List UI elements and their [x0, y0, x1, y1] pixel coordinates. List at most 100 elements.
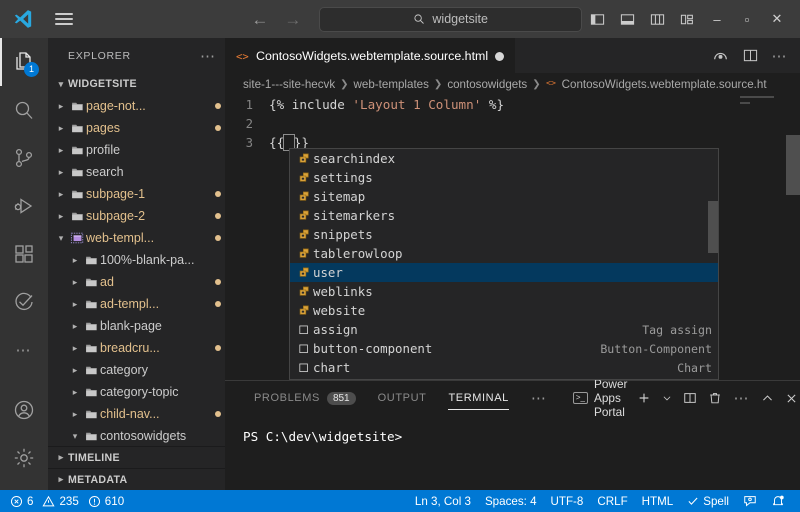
- suggestion-item[interactable]: tablerowloop: [290, 244, 718, 263]
- suggestion-item[interactable]: sitemap: [290, 187, 718, 206]
- tree-item[interactable]: ▸ ad: [48, 271, 225, 293]
- scrollbar-thumb[interactable]: [786, 135, 800, 195]
- command-center-search[interactable]: widgetsite: [319, 6, 582, 32]
- more-actions-icon[interactable]: ⋯: [766, 38, 794, 73]
- tree-item[interactable]: ▸ subpage-1: [48, 183, 225, 205]
- chevron-down-icon[interactable]: ▾: [68, 431, 82, 442]
- chevron-right-icon[interactable]: ▸: [54, 101, 68, 112]
- suggestion-dropdown[interactable]: searchindex settings sitemap sitemarkers sni…: [289, 148, 719, 380]
- breadcrumb-item[interactable]: ContosoWidgets.webtemplate.source.ht: [562, 78, 767, 91]
- chevron-right-icon[interactable]: ▸: [68, 299, 82, 310]
- maximize-panel-icon[interactable]: [757, 381, 778, 415]
- tree-item[interactable]: ▸ 100%-blank-pa...: [48, 249, 225, 271]
- toggle-primary-sidebar-icon[interactable]: [582, 0, 612, 38]
- status-eol[interactable]: CRLF: [590, 490, 634, 512]
- sidebar-item-extensions[interactable]: [0, 230, 48, 278]
- toggle-secondary-sidebar-icon[interactable]: [642, 0, 672, 38]
- tree-item[interactable]: ▸ child-nav...: [48, 403, 225, 425]
- tree-item[interactable]: ▸ category: [48, 359, 225, 381]
- chevron-right-icon[interactable]: ▸: [54, 123, 68, 134]
- chevron-right-icon[interactable]: ▸: [68, 255, 82, 266]
- tree-item[interactable]: ▸ page-not...: [48, 95, 225, 117]
- tree-item[interactable]: ▸ subpage-2: [48, 205, 225, 227]
- suggestion-item[interactable]: button-component Button-Component: [290, 339, 718, 358]
- chevron-right-icon[interactable]: ▸: [54, 189, 68, 200]
- views-and-more-icon[interactable]: ⋯: [729, 381, 754, 415]
- sidebar-item-source-control[interactable]: [0, 134, 48, 182]
- sidebar-item-explorer[interactable]: 1: [0, 38, 48, 86]
- code-line[interactable]: 1 {% include 'Layout 1 Column' %}: [225, 95, 800, 114]
- suggestion-item[interactable]: sitemarkers: [290, 206, 718, 225]
- breadcrumb-item[interactable]: site-1---site-hecvk: [243, 78, 335, 91]
- tree-item[interactable]: ▾ web-templ...: [48, 227, 225, 249]
- accounts-button[interactable]: [0, 386, 48, 434]
- sidebar-item-additional-views[interactable]: ⋯: [0, 326, 48, 374]
- suggest-scrollbar[interactable]: [708, 149, 718, 379]
- tree-item[interactable]: ▸ blank-page: [48, 315, 225, 337]
- tree-item[interactable]: ▸ profile: [48, 139, 225, 161]
- unsaved-indicator-icon[interactable]: [495, 51, 505, 61]
- tab-output[interactable]: OUTPUT: [367, 381, 438, 415]
- tree-item[interactable]: ▸ search: [48, 161, 225, 183]
- minimap[interactable]: [738, 95, 786, 380]
- sidebar-item-testing[interactable]: [0, 278, 48, 326]
- chevron-right-icon[interactable]: ▸: [68, 277, 82, 288]
- chevron-down-icon[interactable]: ▾: [54, 233, 68, 244]
- tree-item[interactable]: ▸ category-topic: [48, 381, 225, 403]
- kill-terminal-icon[interactable]: [704, 381, 726, 415]
- chevron-right-icon[interactable]: ▸: [54, 167, 68, 178]
- suggestion-list[interactable]: searchindex settings sitemap sitemarkers sni…: [290, 149, 718, 377]
- breadcrumb[interactable]: site-1---site-hecvk ❯ web-templates ❯ contos…: [225, 73, 800, 95]
- status-cursor-position[interactable]: Ln 3, Col 3: [408, 490, 478, 512]
- status-problems[interactable]: 6 235 610: [0, 495, 124, 508]
- terminal-selector[interactable]: >_ Power Apps Portal: [559, 377, 634, 419]
- chevron-right-icon[interactable]: ▸: [68, 387, 82, 398]
- suggestion-item[interactable]: assign Tag assign: [290, 320, 718, 339]
- suggestion-item[interactable]: settings: [290, 168, 718, 187]
- chevron-right-icon[interactable]: ▸: [68, 409, 82, 420]
- minimize-button[interactable]: –: [702, 0, 732, 38]
- sidebar-item-search[interactable]: [0, 86, 48, 134]
- suggestion-item[interactable]: chart Chart: [290, 358, 718, 377]
- chevron-right-icon[interactable]: ▸: [54, 211, 68, 222]
- arrow-left-icon[interactable]: ←: [251, 11, 268, 28]
- status-language-mode[interactable]: HTML: [635, 490, 681, 512]
- suggestion-item[interactable]: user: [290, 263, 718, 282]
- status-encoding[interactable]: UTF-8: [544, 490, 591, 512]
- suggestion-item[interactable]: searchindex: [290, 149, 718, 168]
- close-button[interactable]: ✕: [762, 0, 792, 38]
- feedback-icon[interactable]: [736, 490, 764, 512]
- open-preview-icon[interactable]: [706, 38, 734, 73]
- terminal-dropdown-icon[interactable]: [658, 381, 676, 415]
- terminal-output[interactable]: PS C:\dev\widgetsite>: [225, 415, 800, 490]
- panel-more-tabs-icon[interactable]: ⋯: [520, 381, 559, 415]
- hamburger-menu-icon[interactable]: [45, 0, 83, 38]
- scrollbar-thumb[interactable]: [708, 201, 718, 253]
- breadcrumb-item[interactable]: contosowidgets: [447, 78, 527, 91]
- code-editor[interactable]: 1 {% include 'Layout 1 Column' %} 2 3{{ }} …: [225, 95, 800, 380]
- customize-layout-icon[interactable]: [672, 0, 702, 38]
- tree-item[interactable]: ▸ breadcru...: [48, 337, 225, 359]
- editor-tab[interactable]: <> ContosoWidgets.webtemplate.source.htm…: [225, 38, 516, 73]
- close-panel-icon[interactable]: [781, 381, 800, 415]
- sidebar-section-timeline[interactable]: ▸ TIMELINE: [48, 446, 225, 468]
- sidebar-section-metadata[interactable]: ▸ METADATA: [48, 468, 225, 490]
- suggestion-item[interactable]: snippets: [290, 225, 718, 244]
- new-terminal-icon[interactable]: [633, 381, 655, 415]
- suggestion-item[interactable]: weblinks: [290, 282, 718, 301]
- tree-item[interactable]: ▾ contosowidgets: [48, 425, 225, 446]
- arrow-right-icon[interactable]: →: [284, 11, 301, 28]
- chevron-right-icon[interactable]: ▸: [68, 365, 82, 376]
- gear-icon[interactable]: [0, 434, 48, 482]
- editor-vertical-scrollbar[interactable]: [786, 95, 800, 380]
- toggle-panel-icon[interactable]: [612, 0, 642, 38]
- suggestion-item[interactable]: website: [290, 301, 718, 320]
- status-spell-check[interactable]: Spell: [680, 490, 736, 512]
- ellipsis-icon[interactable]: ⋯: [200, 47, 217, 65]
- sidebar-item-run-and-debug[interactable]: [0, 182, 48, 230]
- tree-item[interactable]: ▸ pages: [48, 117, 225, 139]
- chevron-right-icon[interactable]: ▸: [68, 321, 82, 332]
- maximize-button[interactable]: ▫: [732, 0, 762, 38]
- file-tree[interactable]: ▸ page-not... ▸ pages ▸ profile ▸ search ▸ subpag…: [48, 95, 225, 446]
- breadcrumb-item[interactable]: web-templates: [354, 78, 429, 91]
